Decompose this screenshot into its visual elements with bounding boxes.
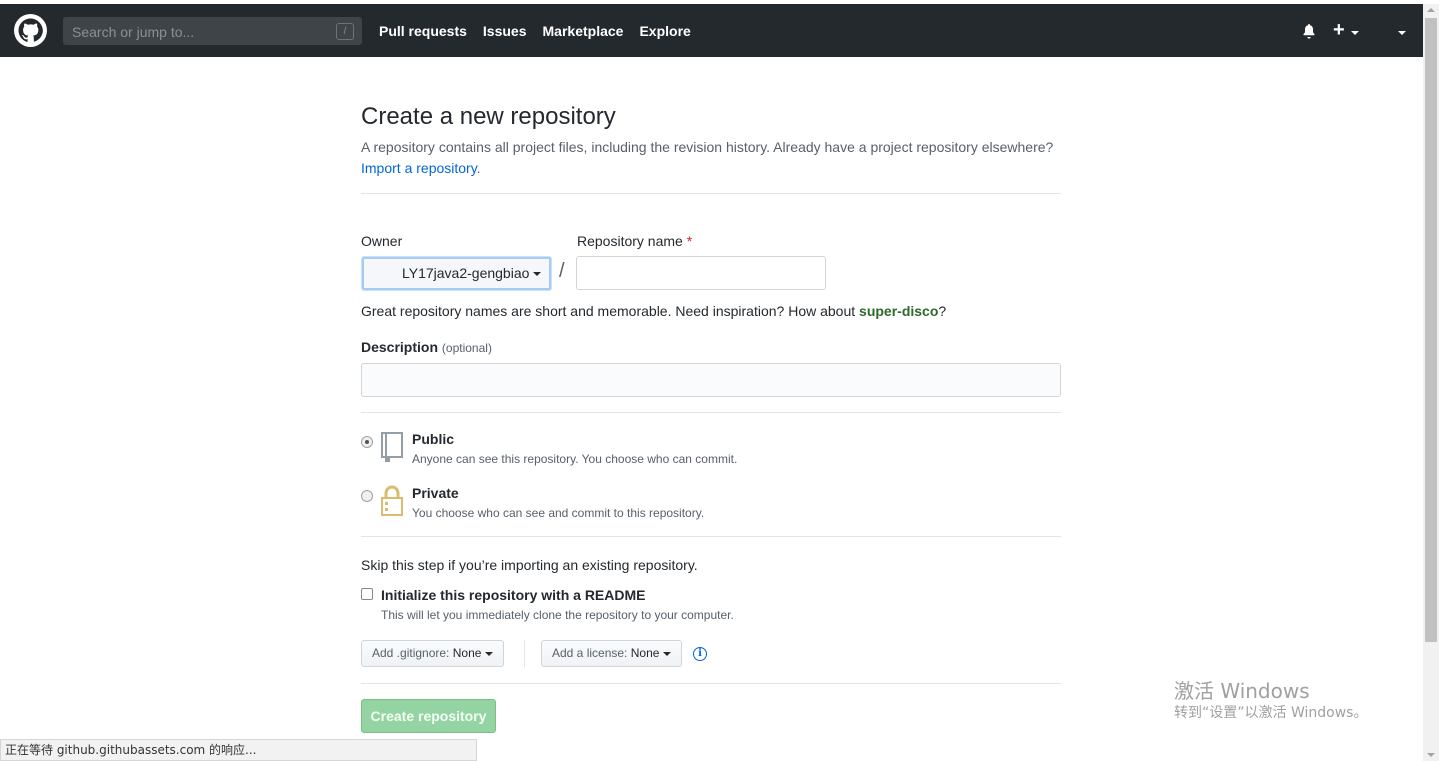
- main-nav: Pull requests Issues Marketplace Explore: [379, 4, 707, 57]
- repo-name-input[interactable]: [576, 256, 826, 290]
- gitignore-caret-icon: [485, 651, 494, 656]
- license-select[interactable]: Add a license: None: [541, 640, 683, 667]
- description-label: Description (optional): [361, 339, 492, 355]
- gitignore-label: Add .gitignore:: [372, 646, 450, 660]
- create-repository-button[interactable]: Create repository: [361, 699, 496, 733]
- vertical-scrollbar[interactable]: [1423, 4, 1439, 761]
- owner-repo-separator: /: [559, 260, 565, 282]
- name-suggestion[interactable]: super-disco: [859, 303, 938, 319]
- owner-label: Owner: [361, 233, 403, 249]
- profile-dropdown-caret-icon[interactable]: [1398, 31, 1406, 35]
- divider: [361, 683, 1061, 684]
- divider: [361, 193, 1061, 194]
- owner-select[interactable]: LY17java2-gengbiao: [361, 256, 552, 291]
- info-icon[interactable]: i: [693, 647, 707, 661]
- license-label: Add a license:: [552, 646, 628, 660]
- search-input[interactable]: Search or jump to... /: [63, 17, 362, 45]
- scroll-down-arrow-icon[interactable]: [1427, 753, 1435, 757]
- skip-step-note: Skip this step if you’re importing an ex…: [361, 557, 698, 573]
- import-suffix: .: [476, 160, 481, 176]
- repo-name-label-text: Repository name: [577, 233, 683, 249]
- gitignore-value: None: [452, 646, 482, 660]
- name-hint-suffix: ?: [938, 303, 947, 319]
- divider: [361, 412, 1061, 413]
- plus-icon[interactable]: +: [1333, 20, 1345, 40]
- private-radio[interactable]: [361, 490, 373, 502]
- private-note: You choose who can see and commit to thi…: [412, 506, 705, 520]
- repo-name-label: Repository name *: [577, 233, 692, 249]
- name-hint-text: Great repository names are short and mem…: [361, 303, 860, 319]
- license-value: None: [630, 646, 660, 660]
- nav-marketplace[interactable]: Marketplace: [543, 23, 624, 39]
- plus-dropdown-caret-icon[interactable]: [1351, 31, 1359, 35]
- readme-checkbox[interactable]: [361, 588, 373, 600]
- required-mark: *: [686, 233, 693, 249]
- description-label-text: Description: [361, 339, 439, 355]
- github-logo-icon[interactable]: [14, 14, 47, 47]
- nav-pull-requests[interactable]: Pull requests: [379, 23, 467, 39]
- search-placeholder: Search or jump to...: [72, 24, 195, 40]
- readme-title[interactable]: Initialize this repository with a README: [381, 587, 645, 603]
- description-input[interactable]: [361, 363, 1061, 397]
- repo-book-icon: [381, 432, 403, 462]
- page-subtitle: A repository contains all project files,…: [361, 139, 1054, 155]
- readme-note: This will let you immediately clone the …: [381, 608, 734, 622]
- private-title: Private: [412, 485, 459, 501]
- import-repository-line: Import a repository.: [361, 158, 481, 179]
- scroll-up-arrow-icon[interactable]: [1427, 8, 1435, 12]
- owner-caret-icon: [533, 272, 542, 277]
- nav-issues[interactable]: Issues: [483, 23, 527, 39]
- search-shortcut-key: /: [336, 23, 354, 40]
- activation-watermark-note: 转到“设置”以激活 Windows。: [1174, 705, 1368, 721]
- page-title: Create a new repository: [361, 103, 616, 130]
- import-repository-link[interactable]: Import a repository: [361, 160, 477, 176]
- divider: [361, 536, 1061, 537]
- browser-status-bar: 正在等待 github.githubassets.com 的响应...: [0, 739, 477, 761]
- owner-value: LY17java2-gengbiao: [402, 265, 530, 281]
- nav-explore[interactable]: Explore: [639, 23, 690, 39]
- public-note: Anyone can see this repository. You choo…: [412, 452, 738, 466]
- public-radio[interactable]: [361, 436, 373, 448]
- public-title: Public: [412, 431, 455, 447]
- activation-watermark-title: 激活 Windows: [1174, 679, 1310, 703]
- name-hint: Great repository names are short and mem…: [361, 303, 946, 319]
- gitignore-select[interactable]: Add .gitignore: None: [361, 640, 505, 667]
- optional-note: (optional): [441, 341, 492, 355]
- license-caret-icon: [663, 651, 672, 656]
- site-header: Search or jump to... / Pull requests Iss…: [0, 4, 1423, 57]
- lock-icon: [381, 485, 403, 516]
- select-separator: [524, 640, 525, 667]
- scroll-thumb[interactable]: [1425, 18, 1437, 642]
- bell-icon[interactable]: [1301, 23, 1317, 39]
